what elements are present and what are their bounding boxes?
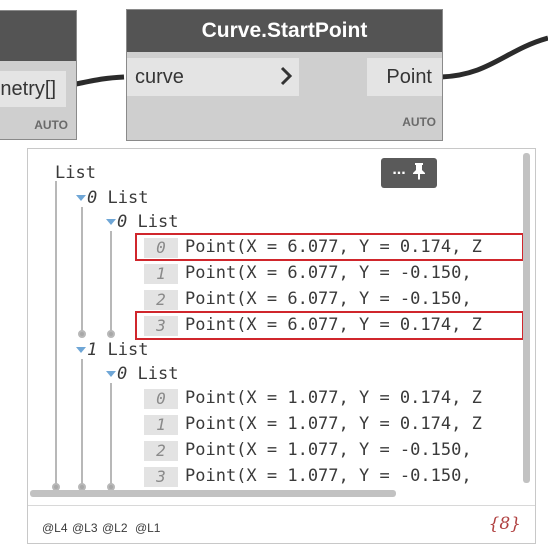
point-output-port-label: Point: [386, 65, 432, 88]
item-index: 0: [144, 389, 178, 409]
group-1-sublist-index: 0: [117, 364, 128, 384]
list-levels: @L4 @L3 @L2 @L1: [42, 519, 160, 537]
list-item[interactable]: Point(X = 1.077, Y = -0.150,: [185, 466, 515, 486]
list-item[interactable]: Point(X = 1.077, Y = -0.150,: [185, 440, 515, 460]
group-1-index: 1: [87, 340, 98, 360]
list-item[interactable]: Point(X = 1.077, Y = 0.174, Z: [185, 414, 515, 434]
collapse-triangle-icon[interactable]: [75, 190, 87, 208]
curve-startpoint-node[interactable]: Curve.StartPoint curve Point AUTO: [127, 10, 442, 140]
group-0-sublist-index: 0: [117, 212, 128, 232]
curve-input-port-label: curve: [135, 65, 184, 88]
level-l3[interactable]: @L3: [72, 521, 98, 535]
item-index: 1: [144, 415, 178, 435]
upstream-lacing-label[interactable]: AUTO: [34, 118, 68, 132]
horizontal-scrollbar[interactable]: [30, 490, 396, 497]
upstream-node[interactable]: netry[] AUTO: [0, 11, 76, 139]
item-index: 2: [144, 441, 178, 461]
upstream-output-port[interactable]: netry[]: [0, 71, 66, 107]
group-0-header[interactable]: 0 List: [75, 188, 148, 208]
item-count: {8}: [488, 514, 521, 534]
vertical-scrollbar[interactable]: [523, 153, 530, 483]
collapse-triangle-icon[interactable]: [75, 342, 87, 360]
group-0-sublist-header[interactable]: 0 List: [105, 212, 178, 232]
level-l2[interactable]: @L2: [102, 521, 128, 535]
upstream-node-header[interactable]: [0, 11, 76, 61]
curve-input-port[interactable]: curve: [127, 58, 299, 96]
group-1-sublist-label: List: [137, 364, 179, 384]
collapse-triangle-icon[interactable]: [105, 366, 117, 384]
highlight-box-item-3: [135, 311, 524, 340]
lacing-label[interactable]: AUTO: [402, 115, 436, 129]
point-output-port[interactable]: Point: [367, 58, 442, 96]
watch-preview-panel[interactable]: ... List 0 List 0 List 0 Point(X = 6.077…: [27, 148, 536, 544]
level-l4[interactable]: @L4: [42, 521, 68, 535]
group-0-index: 0: [87, 188, 98, 208]
wire-left-to-curve: [75, 74, 125, 87]
item-index: 1: [144, 264, 178, 284]
group-0-label: List: [107, 188, 149, 208]
group-0-sublist-label: List: [137, 212, 179, 232]
upstream-output-port-label: netry[]: [0, 77, 56, 100]
collapse-triangle-icon[interactable]: [105, 214, 117, 232]
node-title-label: Curve.StartPoint: [201, 19, 368, 42]
item-index: 2: [144, 290, 178, 310]
list-item[interactable]: Point(X = 6.077, Y = -0.150,: [185, 289, 515, 309]
group-1-sublist-header[interactable]: 0 List: [105, 364, 178, 384]
chevron-right-icon: [279, 65, 293, 93]
wire-point-out: [440, 35, 548, 80]
group-1-header[interactable]: 1 List: [75, 340, 148, 360]
level-l1[interactable]: @L1: [135, 521, 161, 535]
group-1-label: List: [107, 340, 149, 360]
highlight-box-item-0: [135, 233, 524, 261]
root-list-label: List: [55, 163, 96, 183]
list-item[interactable]: Point(X = 1.077, Y = 0.174, Z: [185, 388, 515, 408]
list-item[interactable]: Point(X = 6.077, Y = -0.150,: [185, 263, 515, 283]
node-title[interactable]: Curve.StartPoint: [127, 10, 442, 52]
item-index: 3: [144, 467, 178, 487]
footer-divider: [28, 505, 535, 506]
